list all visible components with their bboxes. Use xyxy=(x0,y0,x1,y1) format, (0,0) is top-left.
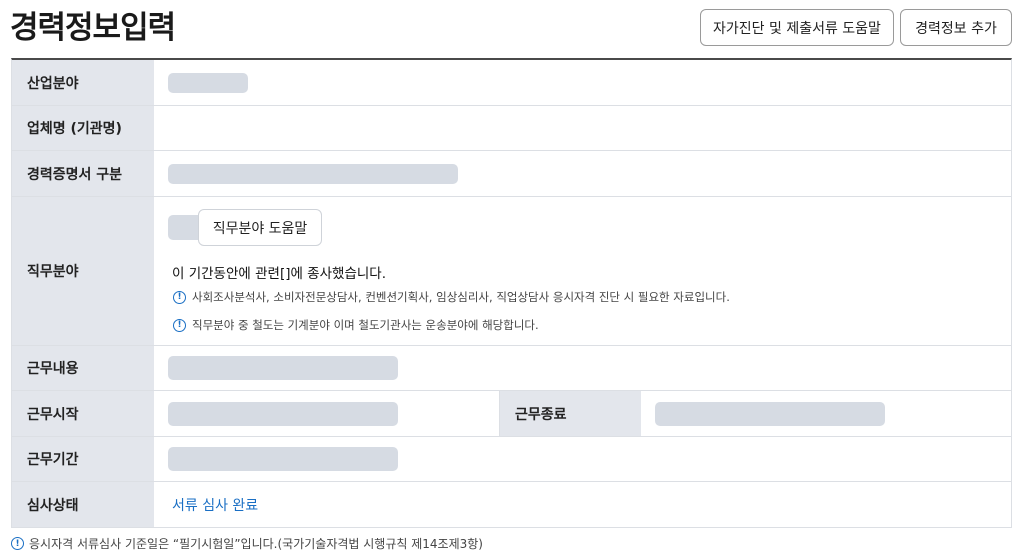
status-value: 서류 심사 완료 xyxy=(172,497,259,514)
status-label: 심사상태 xyxy=(12,482,154,527)
work-period-row: 근무기간 xyxy=(12,437,1011,482)
page-title: 경력정보입력 xyxy=(10,10,176,46)
review-status-row: 심사상태 서류 심사 완료 xyxy=(12,482,1011,528)
work-content-label: 근무내용 xyxy=(12,346,154,390)
job-field-label: 직무분야 xyxy=(12,197,154,345)
job-field-help-button[interactable]: 직무분야 도움말 xyxy=(198,209,322,246)
career-form-table: 산업분야 업체명 (기관명) 경력증명서 구분 직무분야 직무분야 도움말 이 … xyxy=(11,58,1012,528)
cert-type-value xyxy=(168,163,458,184)
industry-value xyxy=(168,72,248,93)
job-field-sentence: 이 기간동안에 관련[]에 종사했습니다. xyxy=(172,266,386,282)
footnote-text: 응시자격 서류심사 기준일은 “필기시험일”입니다.(국가기술자격법 시행규칙 … xyxy=(29,537,483,551)
cert-type-label: 경력증명서 구분 xyxy=(12,151,154,196)
start-label: 근무시작 xyxy=(12,391,154,436)
company-label: 업체명 (기관명) xyxy=(12,106,154,150)
info-circle-icon: ! xyxy=(173,290,186,304)
job-field-note-1: ! 사회조사분석사, 소비자전문상담사, 컨벤션기획사, 임상심리사, 직업상담… xyxy=(173,289,730,305)
job-field-note-2: ! 직무분야 중 철도는 기계분야 이며 철도기관사는 운송분야에 해당합니다. xyxy=(173,317,539,333)
end-label: 근무종료 xyxy=(499,391,641,436)
period-label: 근무기간 xyxy=(12,437,154,481)
work-content-value xyxy=(168,356,398,380)
industry-label: 산업분야 xyxy=(12,60,154,105)
self-diagnosis-help-button[interactable]: 자가진단 및 제출서류 도움말 xyxy=(700,9,894,46)
cert-type-row: 경력증명서 구분 xyxy=(12,151,1011,197)
add-career-button[interactable]: 경력정보 추가 xyxy=(900,9,1012,46)
info-circle-icon: ! xyxy=(173,318,186,332)
company-row: 업체명 (기관명) xyxy=(12,106,1011,151)
job-field-row: 직무분야 직무분야 도움말 이 기간동안에 관련[]에 종사했습니다. ! 사회… xyxy=(12,197,1011,346)
work-dates-row: 근무시작 근무종료 xyxy=(12,391,1011,437)
end-value xyxy=(655,401,885,426)
start-value xyxy=(168,401,398,426)
footnote: ! 응시자격 서류심사 기준일은 “필기시험일”입니다.(국가기술자격법 시행규… xyxy=(11,535,483,552)
period-value xyxy=(168,447,398,471)
job-field-note-1-text: 사회조사분석사, 소비자전문상담사, 컨벤션기획사, 임상심리사, 직업상담사 … xyxy=(192,290,730,304)
company-value xyxy=(154,106,1011,150)
industry-row: 산업분야 xyxy=(12,60,1011,106)
work-content-row: 근무내용 xyxy=(12,346,1011,391)
info-circle-icon: ! xyxy=(11,537,24,550)
job-field-note-2-text: 직무분야 중 철도는 기계분야 이며 철도기관사는 운송분야에 해당합니다. xyxy=(192,318,539,332)
